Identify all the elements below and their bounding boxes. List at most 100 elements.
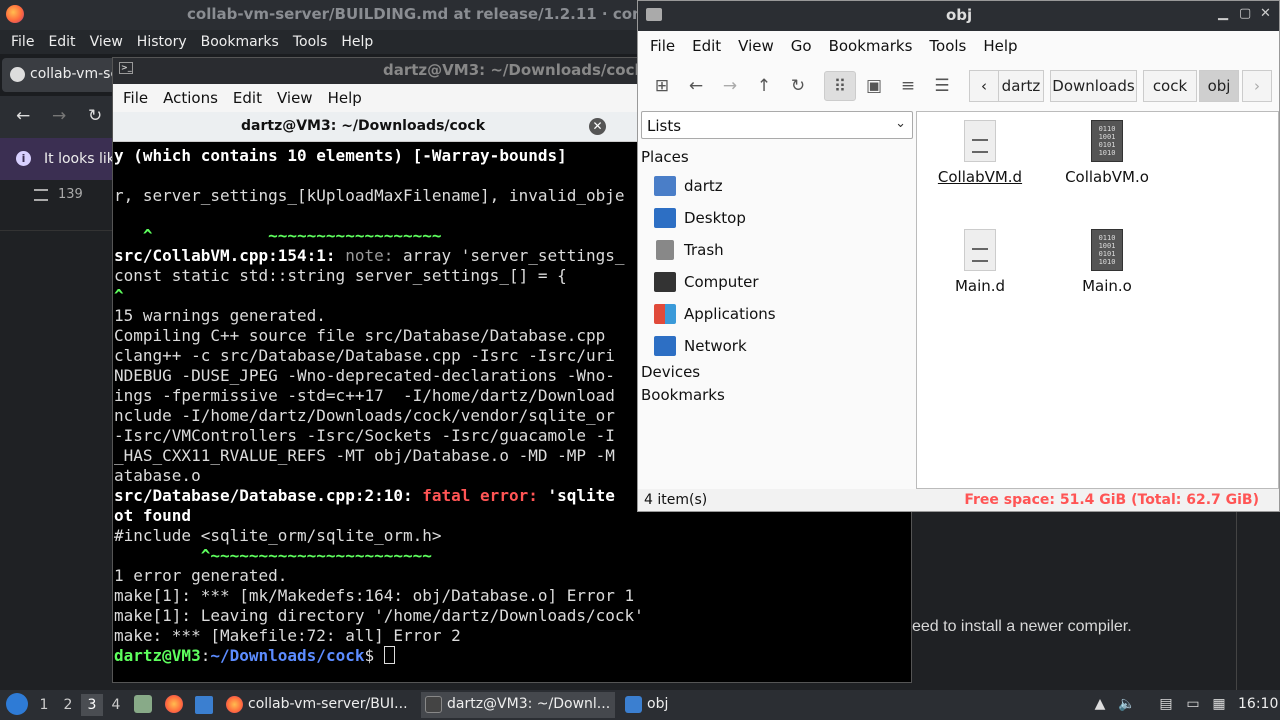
terminal-line: make: *** [Makefile:72: all] Error 2 [114, 626, 461, 645]
item-count: 4 item(s) [644, 492, 708, 508]
fm-menu-bookmarks[interactable]: Bookmarks [820, 31, 921, 61]
firefox-title: collab-vm-server/BUILDING.md at release/… [187, 5, 648, 23]
close-tab-icon[interactable]: ✕ [589, 118, 606, 135]
file-view[interactable]: CollabVM.d 0110 1001 0101 1010 CollabVM.o Ma… [916, 111, 1279, 489]
term-menu-edit[interactable]: Edit [226, 84, 270, 112]
chevron-down-icon: ⌄ [895, 116, 906, 131]
text-file-icon [964, 120, 996, 162]
reload-icon[interactable]: ↻ [782, 71, 814, 101]
bookmarks-heading[interactable]: Bookmarks [641, 386, 725, 404]
devices-heading[interactable]: Devices [641, 363, 700, 381]
breadcrumb-downloads[interactable]: Downloads [1050, 70, 1137, 102]
file-name: CollabVM.d [937, 168, 1023, 186]
display-icon[interactable]: ▭ [1184, 696, 1202, 714]
forward-icon[interactable]: → [714, 71, 746, 101]
breadcrumb-right-icon[interactable]: › [1242, 70, 1272, 102]
new-tab-icon[interactable]: ⊞ [646, 71, 678, 101]
task-label: dartz@VM3: ~/Downl... [447, 696, 611, 712]
lines-count: 139 [58, 187, 83, 202]
places-heading[interactable]: Places [641, 148, 689, 166]
network-tray-icon[interactable]: ▦ [1210, 696, 1228, 714]
fm-menu-edit[interactable]: Edit [683, 31, 729, 61]
breadcrumb-cock[interactable]: cock [1143, 70, 1197, 102]
fm-menu-help[interactable]: Help [974, 31, 1025, 61]
breadcrumb-dartz[interactable]: dartz [998, 70, 1044, 102]
taskbar: 1 2 3 4 collab-vm-server/BUI... dartz@VM… [0, 690, 1280, 720]
ff-menu-tools[interactable]: Tools [286, 30, 335, 54]
fm-menu-tools[interactable]: Tools [920, 31, 974, 61]
tray-up-icon[interactable]: ▲ [1091, 696, 1109, 714]
note-label: note: [345, 246, 403, 265]
file-name: Main.d [954, 277, 1006, 295]
binary-file-icon: 0110 1001 0101 1010 [1091, 120, 1123, 162]
file-item[interactable]: 0110 1001 0101 1010 Main.o [1052, 229, 1162, 295]
place-dartz[interactable]: dartz [654, 175, 723, 199]
back-icon[interactable]: ← [680, 71, 712, 101]
close-icon[interactable]: ✕ [1260, 6, 1271, 21]
firefox-icon [226, 696, 243, 713]
term-menu-help[interactable]: Help [321, 84, 370, 112]
ff-menu-help[interactable]: Help [334, 30, 380, 54]
term-menu-view[interactable]: View [270, 84, 321, 112]
clipboard-icon[interactable]: ▤ [1157, 696, 1175, 714]
task-firefox[interactable]: collab-vm-server/BUI... [222, 692, 416, 718]
status-bar: 4 item(s) Free space: 51.4 GiB (Total: 6… [638, 489, 1279, 511]
tilde-marker: ~~~~~~~~~~~~~~~~~~ [152, 226, 442, 245]
minimize-icon[interactable]: ▁ [1218, 6, 1228, 21]
volume-icon[interactable]: 🔈 [1118, 696, 1136, 714]
terminal-prompt-line[interactable]: dartz@VM3:~/Downloads/cock$ [114, 646, 911, 666]
note-location: src/CollabVM.cpp:154:1: [114, 246, 346, 265]
applications-icon [654, 304, 676, 324]
breadcrumb-left-icon[interactable]: ‹ [969, 70, 999, 102]
reload-icon[interactable]: ↻ [88, 106, 102, 126]
file-item[interactable]: CollabVM.d [925, 120, 1035, 186]
clock[interactable]: 16:10 [1238, 690, 1278, 720]
ff-menu-edit[interactable]: Edit [41, 30, 82, 54]
firefox-tab[interactable]: collab-vm-se [2, 58, 122, 92]
workspace-2[interactable]: 2 [57, 694, 79, 716]
term-menu-file[interactable]: File [116, 84, 156, 112]
ff-menu-view[interactable]: View [83, 30, 130, 54]
desktop-launcher-icon[interactable] [195, 696, 213, 714]
back-icon[interactable]: ← [16, 106, 30, 126]
task-file-manager[interactable]: obj [621, 692, 741, 718]
workspace-3[interactable]: 3 [81, 694, 103, 716]
fm-menu-view[interactable]: View [729, 31, 782, 61]
maximize-icon[interactable]: ▢ [1239, 6, 1251, 21]
notification-bar: i It looks lik [0, 138, 120, 180]
breadcrumb-obj[interactable]: obj [1199, 70, 1239, 102]
compact-view-icon[interactable]: ≡ [892, 71, 924, 101]
task-terminal[interactable]: dartz@VM3: ~/Downl... [421, 692, 615, 718]
fm-menu-file[interactable]: File [641, 31, 683, 61]
thumbnail-view-icon[interactable]: ▣ [858, 71, 890, 101]
workspace-4[interactable]: 4 [105, 694, 127, 716]
side-pane-selector[interactable]: Lists ⌄ [641, 111, 913, 139]
file-manager-launcher-icon[interactable] [134, 695, 152, 713]
place-applications[interactable]: Applications [654, 303, 776, 327]
ff-menu-bookmarks[interactable]: Bookmarks [194, 30, 286, 54]
place-label: dartz [684, 177, 723, 195]
icon-view-icon[interactable]: ⠿ [824, 71, 856, 101]
fm-menu-go[interactable]: Go [782, 31, 820, 61]
firefox-launcher-icon[interactable] [165, 695, 183, 713]
place-computer[interactable]: Computer [654, 271, 759, 295]
place-network[interactable]: Network [654, 335, 747, 359]
term-menu-actions[interactable]: Actions [156, 84, 226, 112]
terminal-line: #include <sqlite_orm/sqlite_orm.h> [114, 526, 442, 545]
detailed-list-icon[interactable]: ☰ [926, 71, 958, 101]
place-trash[interactable]: Trash [654, 239, 724, 263]
up-icon[interactable]: ↑ [748, 71, 780, 101]
ff-menu-history[interactable]: History [130, 30, 194, 54]
file-item[interactable]: Main.d [925, 229, 1035, 295]
workspace-1[interactable]: 1 [33, 694, 55, 716]
place-desktop[interactable]: Desktop [654, 207, 746, 231]
start-menu-icon[interactable] [6, 693, 28, 715]
task-label: obj [647, 696, 669, 712]
place-label: Network [684, 337, 747, 355]
side-pane: Lists ⌄ Places dartz Desktop Trash Compu… [638, 111, 916, 489]
ff-menu-file[interactable]: File [4, 30, 41, 54]
file-item[interactable]: 0110 1001 0101 1010 CollabVM.o [1052, 120, 1162, 186]
task-label: collab-vm-server/BUI... [248, 696, 408, 712]
forward-icon[interactable]: → [52, 106, 66, 126]
terminal-cursor [383, 646, 395, 664]
